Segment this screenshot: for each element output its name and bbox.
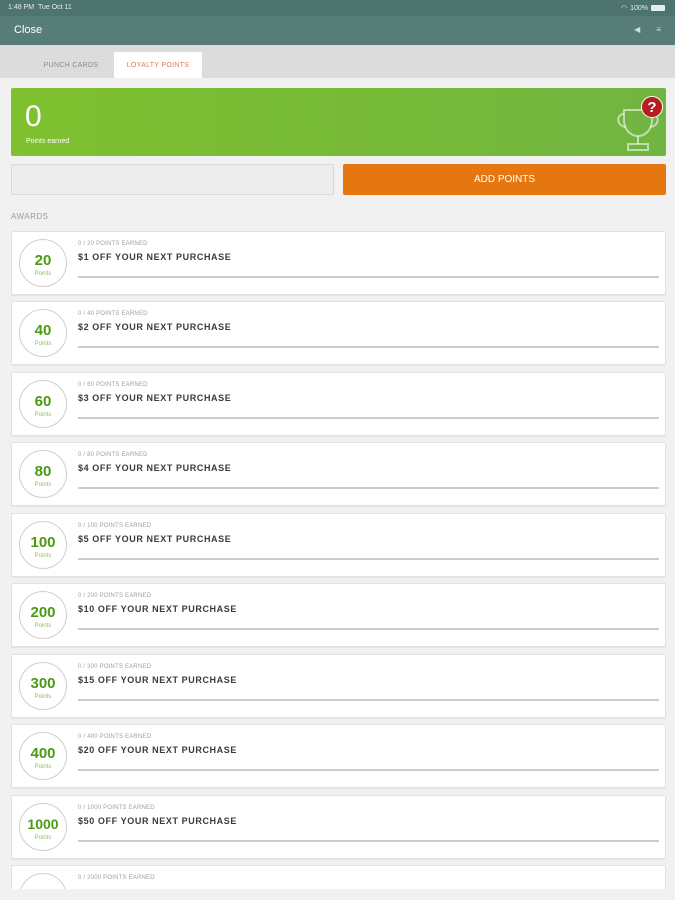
award-progress-bar: [78, 699, 659, 701]
award-points-circle: 80 Points: [19, 450, 67, 498]
award-points-unit: Points: [34, 271, 52, 277]
award-points-value: 300: [30, 675, 56, 692]
award-title: $15 OFF YOUR NEXT PURCHASE: [78, 675, 237, 685]
status-time: 1:48 PM: [8, 4, 35, 11]
award-progress-bar: [78, 487, 659, 489]
award-points-value: 80: [34, 463, 52, 480]
award-points-unit: Points: [34, 835, 52, 841]
award-earned-text: 0 / 300 POINTS EARNED: [78, 664, 152, 670]
points-caption: Points earned: [26, 138, 70, 145]
status-right: ◠ 100%: [621, 4, 665, 12]
secondary-button[interactable]: [11, 164, 334, 195]
award-points-circle: 300 Points: [19, 662, 67, 710]
nav-icons: ◀ ≡: [634, 25, 661, 34]
award-title: $20 OFF YOUR NEXT PURCHASE: [78, 745, 237, 755]
award-earned-text: 0 / 200 POINTS EARNED: [78, 593, 152, 599]
award-points-unit: Points: [34, 412, 52, 418]
status-date: Tue Oct 11: [37, 4, 72, 11]
award-points-circle: 40 Points: [19, 309, 67, 357]
award-title: $50 OFF YOUR NEXT PURCHASE: [78, 816, 237, 826]
award-progress-bar: [78, 840, 659, 842]
award-title: $10 OFF YOUR NEXT PURCHASE: [78, 604, 237, 614]
award-card[interactable]: 20 Points 0 / 20 POINTS EARNED $1 OFF YO…: [11, 231, 666, 295]
award-card[interactable]: 200 Points 0 / 200 POINTS EARNED $10 OFF…: [11, 583, 666, 647]
award-progress-bar: [78, 558, 659, 560]
battery-percent: 100%: [630, 4, 648, 12]
award-points-value: 400: [30, 745, 56, 762]
close-button[interactable]: Close: [14, 24, 42, 36]
award-progress-bar: [78, 346, 659, 348]
award-progress-bar: [78, 276, 659, 278]
award-points-circle: 200 Points: [19, 591, 67, 639]
award-card[interactable]: 40 Points 0 / 40 POINTS EARNED $2 OFF YO…: [11, 301, 666, 365]
award-points-circle: 400 Points: [19, 732, 67, 780]
award-title: $3 OFF YOUR NEXT PURCHASE: [78, 393, 232, 403]
award-points-unit: Points: [34, 553, 52, 559]
top-nav-bar: Close ◀ ≡: [0, 16, 675, 45]
tab-loyalty-points[interactable]: LOYALTY POINTS: [114, 52, 202, 78]
help-button[interactable]: ?: [641, 96, 663, 118]
award-points-value: 40: [34, 322, 52, 339]
award-earned-text: 0 / 400 POINTS EARNED: [78, 734, 152, 740]
menu-icon[interactable]: ≡: [656, 25, 661, 34]
award-title: $2 OFF YOUR NEXT PURCHASE: [78, 322, 232, 332]
award-points-unit: Points: [34, 482, 52, 488]
award-earned-text: 0 / 2000 POINTS EARNED: [78, 875, 155, 881]
award-points-value: 60: [34, 393, 52, 410]
award-points-circle: 100 Points: [19, 521, 67, 569]
award-points-circle: 20 Points: [19, 239, 67, 287]
award-points-unit: Points: [34, 764, 52, 770]
award-earned-text: 0 / 60 POINTS EARNED: [78, 382, 148, 388]
award-title: $5 OFF YOUR NEXT PURCHASE: [78, 534, 232, 544]
tab-punch-cards[interactable]: PUNCH CARDS: [28, 52, 114, 78]
status-bar: 1:48 PM Tue Oct 11 ◠ 100%: [0, 0, 675, 16]
award-points-value: 1000: [27, 816, 59, 832]
award-points-value: 100: [30, 534, 56, 551]
award-points-circle: 60 Points: [19, 380, 67, 428]
points-total: 0: [25, 100, 42, 133]
award-earned-text: 0 / 20 POINTS EARNED: [78, 241, 148, 247]
tab-bar: PUNCH CARDS LOYALTY POINTS: [0, 45, 675, 78]
award-card[interactable]: 0 / 2000 POINTS EARNED: [11, 865, 666, 889]
award-points-value: 20: [34, 252, 52, 269]
award-card[interactable]: 80 Points 0 / 80 POINTS EARNED $4 OFF YO…: [11, 442, 666, 506]
back-arrow-icon[interactable]: ◀: [634, 25, 640, 34]
award-earned-text: 0 / 40 POINTS EARNED: [78, 311, 148, 317]
add-points-button[interactable]: ADD POINTS: [343, 164, 666, 195]
award-earned-text: 0 / 1000 POINTS EARNED: [78, 805, 155, 811]
award-points-unit: Points: [34, 341, 52, 347]
points-banner: 0 Points earned ?: [11, 88, 666, 156]
award-progress-bar: [78, 628, 659, 630]
award-points-unit: Points: [34, 694, 52, 700]
battery-icon: [651, 5, 665, 11]
award-title: $4 OFF YOUR NEXT PURCHASE: [78, 463, 232, 473]
award-card[interactable]: 100 Points 0 / 100 POINTS EARNED $5 OFF …: [11, 513, 666, 577]
award-earned-text: 0 / 80 POINTS EARNED: [78, 452, 148, 458]
award-earned-text: 0 / 100 POINTS EARNED: [78, 523, 152, 529]
award-points-circle: [19, 873, 67, 889]
award-title: $1 OFF YOUR NEXT PURCHASE: [78, 252, 232, 262]
award-card[interactable]: 1000 Points 0 / 1000 POINTS EARNED $50 O…: [11, 795, 666, 859]
award-points-circle: 1000 Points: [19, 803, 67, 851]
status-time-date: 1:48 PM Tue Oct 11: [8, 4, 72, 11]
wifi-icon: ◠: [620, 5, 628, 12]
award-progress-bar: [78, 769, 659, 771]
award-card[interactable]: 300 Points 0 / 300 POINTS EARNED $15 OFF…: [11, 654, 666, 718]
awards-heading: AWARDS: [11, 212, 49, 221]
award-points-value: 200: [30, 604, 56, 621]
award-card[interactable]: 60 Points 0 / 60 POINTS EARNED $3 OFF YO…: [11, 372, 666, 436]
award-points-unit: Points: [34, 623, 52, 629]
award-progress-bar: [78, 417, 659, 419]
award-card[interactable]: 400 Points 0 / 400 POINTS EARNED $20 OFF…: [11, 724, 666, 788]
